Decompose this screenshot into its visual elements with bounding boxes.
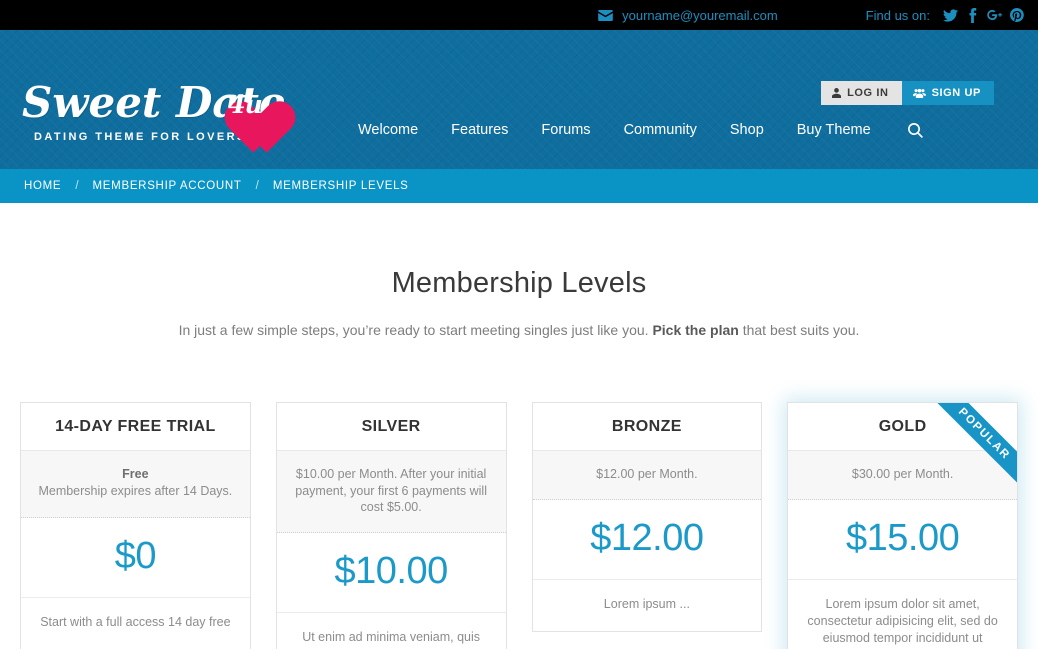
login-button[interactable]: LOG IN <box>821 81 902 105</box>
plan-description: $12.00 per Month. <box>532 451 762 500</box>
site-header: 4u Sweet Date DATING THEME FOR LOVERS LO… <box>0 30 1038 169</box>
page-title: Membership Levels <box>391 267 647 299</box>
breadcrumb-separator: / <box>75 180 79 192</box>
top-bar: yourname@youremail.com Find us on: <box>0 0 1038 30</box>
plan-price: $0 <box>114 535 157 577</box>
plan-card-bronze[interactable]: BRONZE $12.00 per Month. $12.00 Lorem ip… <box>531 402 763 632</box>
find-us-label: Find us on: <box>865 7 930 23</box>
users-icon <box>912 88 926 98</box>
plan-body-text: Start with a full access 14 day free <box>40 615 231 629</box>
twitter-icon[interactable] <box>943 7 958 23</box>
page-subtitle: In just a few simple steps, you’re ready… <box>0 322 1038 338</box>
search-icon[interactable] <box>907 122 923 138</box>
plan-price-row: $12.00 <box>532 500 762 580</box>
plan-price-row: $10.00 <box>276 533 506 613</box>
plan-description-text: $12.00 per Month. <box>596 467 698 481</box>
plan-body-text: Lorem ipsum ... <box>603 596 690 611</box>
plan-description-highlight: Free <box>122 467 149 481</box>
plan-header: 14-DAY FREE TRIAL <box>21 403 250 451</box>
pricing-table: 14-DAY FREE TRIAL Free Membership expire… <box>0 402 1038 649</box>
plan-price: $12.00 <box>590 516 704 559</box>
plan-description-text: $10.00 per Month. After your initial pay… <box>295 467 487 514</box>
social-links: Find us on: <box>866 7 1024 23</box>
plan-price-row: $15.00 <box>788 500 1017 580</box>
user-icon <box>832 88 842 98</box>
plan-name: BRONZE <box>611 418 682 435</box>
signup-button-label: SIGN UP <box>931 87 981 99</box>
plan-card-silver[interactable]: SILVER $10.00 per Month. After your init… <box>275 402 507 649</box>
facebook-icon[interactable] <box>965 7 980 23</box>
main-navigation: Welcome Features Forums Community Shop B… <box>358 122 923 138</box>
plan-body-text: Lorem ipsum dolor sit amet, consectetur … <box>807 596 998 645</box>
plan-description-text: Membership expires after 14 Days. <box>38 483 233 498</box>
googleplus-icon[interactable] <box>987 7 1002 23</box>
plan-description-text: $30.00 per Month. <box>851 467 954 481</box>
plan-price: $10.00 <box>334 549 449 592</box>
plan-name: 14-DAY FREE TRIAL <box>55 418 216 435</box>
contact-email-text: yourname@youremail.com <box>622 7 778 23</box>
envelope-icon <box>598 9 613 21</box>
plan-header: GOLD <box>788 403 1017 451</box>
contact-email[interactable]: yourname@youremail.com <box>598 8 778 23</box>
plan-name: SILVER <box>361 418 421 435</box>
page-content: Membership Levels In just a few simple s… <box>0 203 1038 649</box>
plan-header: BRONZE <box>532 403 762 451</box>
breadcrumb-item-membership-account[interactable]: MEMBERSHIP ACCOUNT <box>93 180 242 192</box>
plan-body-text: Ut enim ad minima veniam, quis <box>302 629 481 644</box>
breadcrumb: HOME / MEMBERSHIP ACCOUNT / MEMBERSHIP L… <box>0 169 1038 203</box>
nav-item-buy-theme[interactable]: Buy Theme <box>797 122 891 138</box>
page-subtitle-before: In just a few simple steps, you’re ready… <box>178 322 653 338</box>
plan-description: $10.00 per Month. After your initial pay… <box>276 451 506 533</box>
signup-button[interactable]: SIGN UP <box>901 81 994 105</box>
breadcrumb-item-home[interactable]: HOME <box>24 180 61 192</box>
plan-price-row: $0 <box>21 518 250 598</box>
plan-name: GOLD <box>878 418 927 435</box>
breadcrumb-item-membership-levels: MEMBERSHIP LEVELS <box>272 180 409 192</box>
pinterest-icon[interactable] <box>1009 7 1024 23</box>
plan-price: $15.00 <box>846 516 960 559</box>
nav-item-community[interactable]: Community <box>624 122 717 138</box>
nav-item-forums[interactable]: Forums <box>541 122 610 138</box>
plan-header: SILVER <box>276 403 506 451</box>
nav-item-features[interactable]: Features <box>451 122 528 138</box>
login-button-label: LOG IN <box>847 87 889 99</box>
plan-card-free-trial[interactable]: 14-DAY FREE TRIAL Free Membership expire… <box>20 402 251 649</box>
plan-description: $30.00 per Month. <box>788 451 1017 500</box>
page-subtitle-highlight: Pick the plan <box>652 322 739 338</box>
site-logo[interactable]: 4u Sweet Date DATING THEME FOR LOVERS <box>22 78 312 160</box>
breadcrumb-separator: / <box>255 180 259 192</box>
heart-icon: 4u <box>214 76 276 138</box>
plan-card-gold[interactable]: POPULAR GOLD $30.00 per Month. $15.00 Lo… <box>787 402 1018 649</box>
nav-item-welcome[interactable]: Welcome <box>358 122 438 138</box>
auth-buttons: LOG IN SIGN UP <box>821 81 994 105</box>
page-subtitle-after: that best suits you. <box>738 322 860 338</box>
logo-badge-text: 4u <box>228 90 263 119</box>
plan-description: Free Membership expires after 14 Days. <box>21 451 250 518</box>
nav-item-shop[interactable]: Shop <box>730 122 784 138</box>
